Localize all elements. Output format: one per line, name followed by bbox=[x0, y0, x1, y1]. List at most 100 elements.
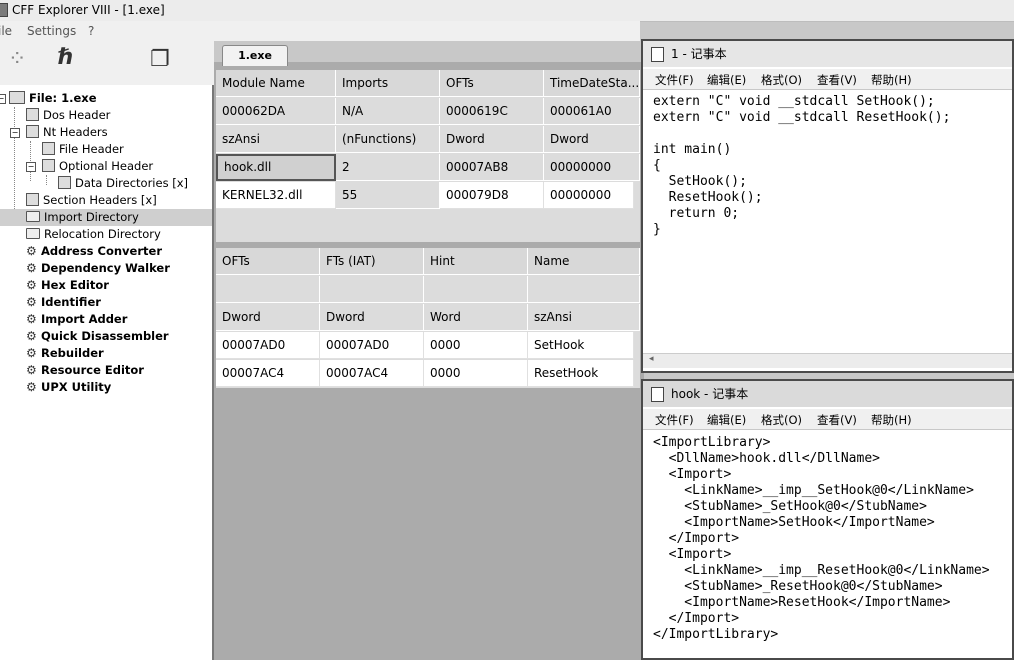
table-cell[interactable]: 0000 bbox=[424, 332, 528, 359]
tool-icon: ⚙ bbox=[26, 346, 37, 360]
tree-item-hex-editor[interactable]: ⚙ Hex Editor bbox=[26, 277, 109, 294]
column-header[interactable]: TimeDateSta... bbox=[544, 70, 640, 97]
table-cell[interactable]: 000079D8 bbox=[440, 182, 544, 209]
doc-icon bbox=[26, 193, 39, 206]
horizontal-scrollbar[interactable]: ◂ bbox=[643, 353, 1012, 368]
table-cell[interactable]: KERNEL32.dll bbox=[216, 182, 336, 209]
notepad-window-1: 1 - 记事本 文件(F) 编辑(E) 格式(O) 查看(V) 帮助(H) ex… bbox=[641, 39, 1014, 373]
column-header[interactable]: OFTs bbox=[440, 70, 544, 97]
table-cell[interactable]: 55 bbox=[336, 182, 440, 209]
tree-item-dos-header[interactable]: Dos Header bbox=[26, 107, 110, 124]
tree-item-nt-headers[interactable]: Nt Headers bbox=[26, 124, 108, 141]
table-cell[interactable]: ResetHook bbox=[528, 360, 634, 387]
menu-settings[interactable]: Settings bbox=[27, 24, 76, 38]
menu-file[interactable]: ile bbox=[0, 24, 12, 38]
tree-item-dependency-walker[interactable]: ⚙ Dependency Walker bbox=[26, 260, 170, 277]
collapse-toggle[interactable]: − bbox=[26, 162, 36, 172]
tree-item-upx-utility[interactable]: ⚙ UPX Utility bbox=[26, 379, 111, 396]
menu-file[interactable]: 文件(F) bbox=[655, 72, 694, 88]
table-cell[interactable]: 00007AD0 bbox=[320, 332, 424, 359]
table-cell[interactable]: 00007AC4 bbox=[216, 360, 320, 387]
table-cell bbox=[320, 276, 424, 303]
column-header[interactable]: Hint bbox=[424, 248, 528, 275]
table-cell: (nFunctions) bbox=[336, 126, 440, 153]
tree-item-identifier[interactable]: ⚙ Identifier bbox=[26, 294, 101, 311]
menu-format[interactable]: 格式(O) bbox=[761, 72, 802, 88]
folder-icon bbox=[26, 228, 40, 239]
table-cell[interactable]: 00007AB8 bbox=[440, 154, 544, 181]
menu-help[interactable]: ? bbox=[88, 24, 94, 38]
code-line: extern "C" void __stdcall SetHook(); bbox=[653, 94, 935, 109]
windows-icon[interactable]: ❐ bbox=[150, 47, 170, 72]
table-cell: 000061A0 bbox=[544, 98, 640, 125]
table-cell[interactable]: 00000000 bbox=[544, 182, 634, 209]
tree-connector bbox=[46, 175, 47, 185]
tab-1exe[interactable]: 1.exe bbox=[222, 45, 288, 66]
doc-icon bbox=[26, 108, 39, 121]
tree-item-resource-editor[interactable]: ⚙ Resource Editor bbox=[26, 362, 144, 379]
tree-item-file[interactable]: File: 1.exe bbox=[9, 90, 97, 107]
tool-icon: ⚙ bbox=[26, 363, 37, 377]
table-cell: Dword bbox=[544, 126, 640, 153]
tree-connector bbox=[14, 107, 15, 215]
open-icon[interactable]: ⁘ bbox=[8, 47, 26, 72]
module-row-hook-name[interactable]: hook.dll bbox=[216, 154, 336, 181]
menu-file[interactable]: 文件(F) bbox=[655, 412, 694, 428]
code-line: ResetHook(); bbox=[653, 190, 763, 205]
collapse-toggle[interactable]: − bbox=[10, 128, 20, 138]
tree-item-optional-header[interactable]: Optional Header bbox=[42, 158, 153, 175]
tree-item-import-adder[interactable]: ⚙ Import Adder bbox=[26, 311, 127, 328]
tool-icon: ⚙ bbox=[26, 295, 37, 309]
menu-help[interactable]: 帮助(H) bbox=[871, 412, 912, 428]
table-cell[interactable]: 2 bbox=[336, 154, 440, 181]
tree-item-rebuilder[interactable]: ⚙ Rebuilder bbox=[26, 345, 104, 362]
tree-item-file-header[interactable]: File Header bbox=[42, 141, 124, 158]
doc-icon bbox=[42, 142, 55, 155]
collapse-toggle[interactable]: − bbox=[0, 94, 6, 104]
table-cell: N/A bbox=[336, 98, 440, 125]
menu-edit[interactable]: 编辑(E) bbox=[707, 412, 746, 428]
notepad-icon bbox=[651, 47, 664, 62]
column-header[interactable]: OFTs bbox=[216, 248, 320, 275]
table-cell: Dword bbox=[320, 304, 424, 331]
column-header[interactable]: Name bbox=[528, 248, 640, 275]
notepad-title-bar: 1 - 记事本 bbox=[643, 41, 1012, 67]
table-cell: 0000619C bbox=[440, 98, 544, 125]
table-cell[interactable]: SetHook bbox=[528, 332, 634, 359]
menu-edit[interactable]: 编辑(E) bbox=[707, 72, 746, 88]
window-title: CFF Explorer VIII - [1.exe] bbox=[12, 3, 165, 17]
doc-icon bbox=[26, 125, 39, 138]
tool-icon: ⚙ bbox=[26, 380, 37, 394]
column-header[interactable]: Imports bbox=[336, 70, 440, 97]
tree-item-quick-disassembler[interactable]: ⚙ Quick Disassembler bbox=[26, 328, 169, 345]
menu-format[interactable]: 格式(O) bbox=[761, 412, 802, 428]
table-cell[interactable]: 00007AD0 bbox=[216, 332, 320, 359]
column-header[interactable]: Module Name bbox=[216, 70, 336, 97]
hook-icon[interactable]: ℏ bbox=[58, 45, 74, 70]
table-cell[interactable]: 00007AC4 bbox=[320, 360, 424, 387]
menu-help[interactable]: 帮助(H) bbox=[871, 72, 912, 88]
code-line: <LinkName>__imp__ResetHook@0</LinkName> bbox=[653, 563, 990, 578]
doc-icon bbox=[58, 176, 71, 189]
tree-item-address-converter[interactable]: ⚙ Address Converter bbox=[26, 243, 162, 260]
table-cell[interactable]: 00000000 bbox=[544, 154, 640, 181]
scroll-left-icon[interactable]: ◂ bbox=[649, 354, 654, 364]
notepad-menu-bar: 文件(F) 编辑(E) 格式(O) 查看(V) 帮助(H) bbox=[643, 69, 1012, 90]
code-line: <ImportName>SetHook</ImportName> bbox=[653, 515, 935, 530]
table-cell bbox=[528, 276, 640, 303]
table-cell: Dword bbox=[216, 304, 320, 331]
window-icon bbox=[9, 91, 25, 104]
code-line: </Import> bbox=[653, 611, 740, 626]
menu-view[interactable]: 查看(V) bbox=[817, 412, 857, 428]
menu-view[interactable]: 查看(V) bbox=[817, 72, 857, 88]
tool-icon: ⚙ bbox=[26, 312, 37, 326]
tree-item-data-directories[interactable]: Data Directories [x] bbox=[58, 175, 188, 192]
tree-item-section-headers[interactable]: Section Headers [x] bbox=[26, 192, 157, 209]
table-cell[interactable]: 0000 bbox=[424, 360, 528, 387]
table-cell bbox=[216, 276, 320, 303]
code-line: extern "C" void __stdcall ResetHook(); bbox=[653, 110, 951, 125]
tree-item-import-directory[interactable]: Import Directory bbox=[0, 209, 212, 226]
tree-item-relocation-directory[interactable]: Relocation Directory bbox=[26, 226, 161, 243]
code-line: <DllName>hook.dll</DllName> bbox=[653, 451, 880, 466]
column-header[interactable]: FTs (IAT) bbox=[320, 248, 424, 275]
